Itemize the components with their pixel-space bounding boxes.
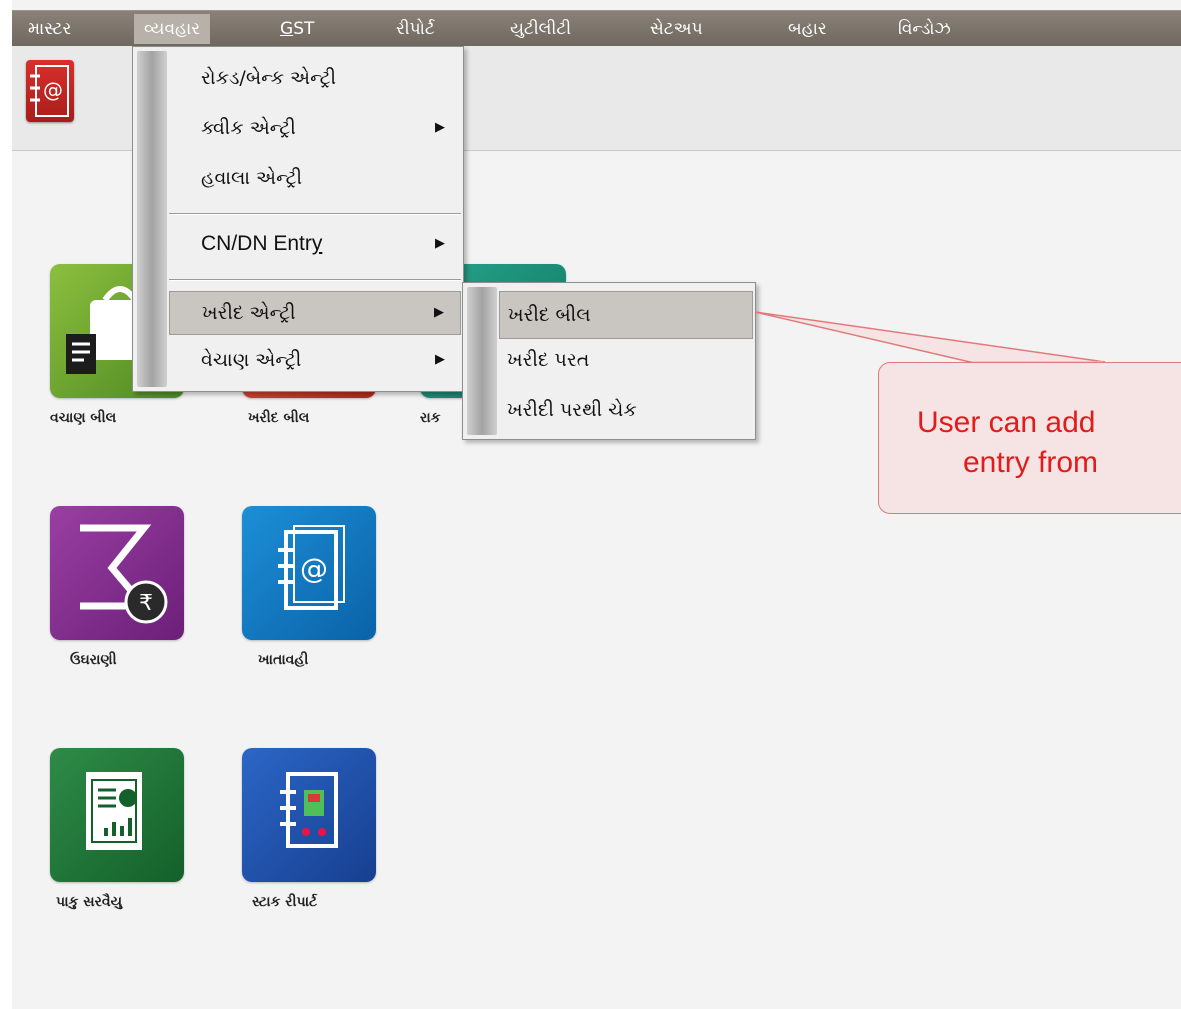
annotation-callout: User can add entry from: [878, 362, 1181, 514]
callout-line-2: entry from: [963, 446, 1099, 479]
callout-text: User can add entry from: [917, 403, 1098, 483]
callout-line-1: User can add: [917, 406, 1096, 439]
